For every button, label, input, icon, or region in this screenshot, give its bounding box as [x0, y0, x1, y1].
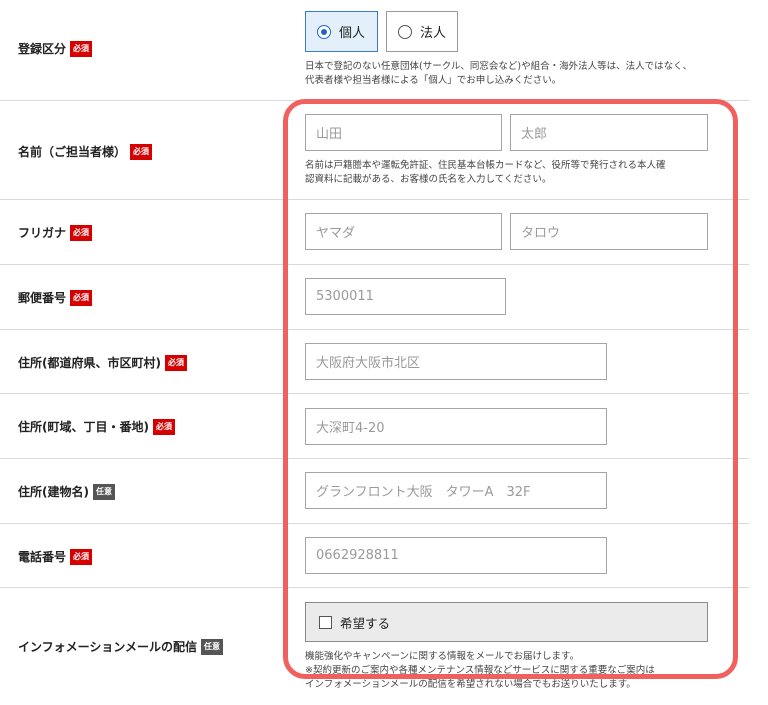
row-address-street: 住所(町域、丁目・番地) 必須 大深町4-20 [0, 394, 749, 459]
row-postal: 郵便番号 必須 5300011 [0, 265, 749, 330]
building-label: 住所(建物名) 任意 [18, 483, 115, 500]
first-name-kana-input[interactable]: タロウ [510, 213, 708, 250]
last-name-kana-input[interactable]: ヤマダ [305, 213, 502, 250]
radio-corporation[interactable]: 法人 [386, 11, 458, 52]
phone-label: 電話番号 必須 [18, 548, 93, 565]
last-name-input[interactable]: 山田 [305, 114, 502, 151]
name-label: 名前（ご担当者様） 必須 [18, 143, 153, 160]
required-badge: 必須 [164, 354, 187, 371]
radio-corporation-label: 法人 [420, 26, 447, 41]
required-badge: 必須 [130, 143, 153, 160]
row-building: 住所(建物名) 任意 グランフロント大阪 タワーA 32F [0, 459, 749, 524]
newsletter-note: 機能強化やキャンペーンに関する情報をメールでお届けします。 ※契約更新のご案内や… [305, 651, 655, 690]
optional-badge: 任意 [201, 638, 224, 655]
building-input[interactable]: グランフロント大阪 タワーA 32F [305, 472, 607, 509]
required-badge: 必須 [70, 40, 93, 57]
postal-label: 郵便番号 必須 [18, 289, 93, 306]
registration-note: 日本で登記のない任意団体(サークル、同窓会など)や組合・海外法人等は、法人ではな… [305, 61, 693, 86]
postal-code-input[interactable]: 5300011 [305, 278, 506, 315]
phone-input[interactable]: 0662928811 [305, 537, 607, 574]
newsletter-checkbox-label: 希望する [340, 615, 391, 631]
row-registration: 登録区分 必須 個人 法人 日本で登記のない任意団体(サークル、同窓会など)や組… [0, 0, 749, 101]
required-badge: 必須 [152, 418, 175, 435]
newsletter-label: インフォメーションメールの配信 任意 [18, 638, 224, 655]
row-address-prefecture: 住所(都道府県、市区町村) 必須 大阪府大阪市北区 [0, 330, 749, 394]
optional-badge: 任意 [92, 483, 115, 500]
registration-label-text: 登録区分 [18, 42, 67, 56]
row-phone: 電話番号 必須 0662928811 [0, 524, 749, 588]
furigana-label: フリガナ 必須 [18, 224, 93, 241]
radio-individual[interactable]: 個人 [305, 11, 378, 52]
radio-checked-icon [317, 24, 331, 39]
first-name-input[interactable]: 太郎 [510, 114, 708, 151]
address-street-label: 住所(町域、丁目・番地) 必須 [18, 418, 175, 435]
required-badge: 必須 [70, 548, 93, 565]
required-badge: 必須 [70, 224, 93, 241]
required-badge: 必須 [70, 289, 93, 306]
registration-label: 登録区分 必須 [18, 40, 93, 57]
row-furigana: フリガナ 必須 ヤマダ タロウ [0, 200, 749, 265]
checkbox-icon [319, 615, 332, 629]
radio-unchecked-icon [398, 24, 412, 39]
address-prefecture-input[interactable]: 大阪府大阪市北区 [305, 343, 607, 380]
name-note: 名前は戸籍謄本や運転免許証、住民基本台帳カードなど、役所等で発行される本人確 認… [305, 160, 666, 185]
newsletter-checkbox[interactable]: 希望する [305, 602, 708, 642]
address-street-input[interactable]: 大深町4-20 [305, 408, 607, 445]
row-name: 名前（ご担当者様） 必須 山田 太郎 名前は戸籍謄本や運転免許証、住民基本台帳カ… [0, 101, 749, 200]
address-prefecture-label: 住所(都道府県、市区町村) 必須 [18, 354, 187, 371]
radio-individual-label: 個人 [339, 26, 366, 41]
